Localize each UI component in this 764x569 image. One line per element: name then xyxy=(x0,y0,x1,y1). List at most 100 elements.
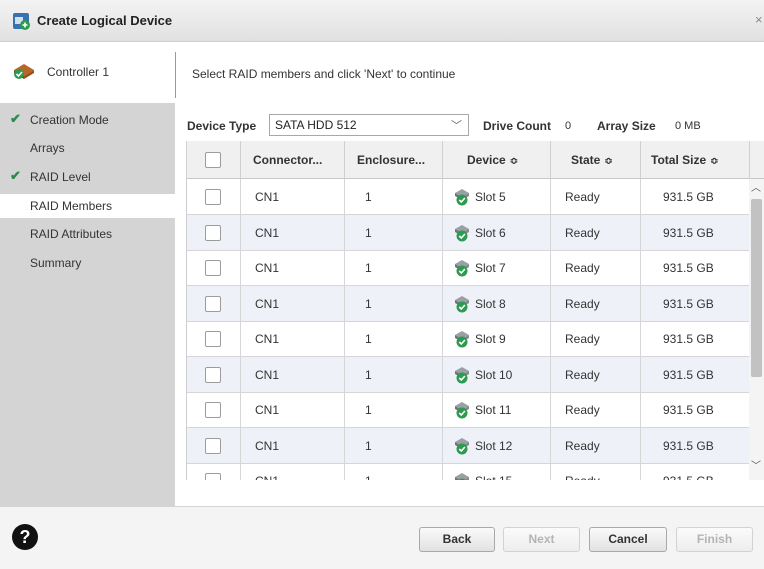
table-row[interactable]: CN1 1 Slot 15 Ready 931.5 GB xyxy=(187,463,750,480)
controller-header: Controller 1 xyxy=(0,42,175,103)
column-connector[interactable]: Connector... xyxy=(241,141,345,179)
cell-connector: CN1 xyxy=(241,356,345,393)
state-value: Ready xyxy=(565,403,600,417)
column-total-size[interactable]: Total Size ≎ xyxy=(641,141,750,179)
size-value: 931.5 GB xyxy=(663,403,714,417)
row-checkbox[interactable] xyxy=(205,189,221,205)
step-arrays[interactable]: Arrays xyxy=(0,136,175,160)
column-label: Device ≎ xyxy=(467,153,518,167)
drive-count-label: Drive Count xyxy=(483,119,552,133)
next-button[interactable]: Next xyxy=(503,527,580,552)
table-row[interactable]: CN1 1 Slot 5 Ready 931.5 GB xyxy=(187,179,750,215)
cell-state: Ready xyxy=(551,463,641,480)
column-state[interactable]: State ≎ xyxy=(551,141,641,179)
step-creation-mode[interactable]: ✔ Creation Mode xyxy=(0,108,175,132)
enclosure-value: 1 xyxy=(365,438,372,453)
select-all-checkbox[interactable] xyxy=(205,152,221,168)
drive-ready-icon xyxy=(455,331,469,348)
cell-state: Ready xyxy=(551,356,641,393)
scroll-up-icon[interactable]: ︿ xyxy=(751,179,761,194)
step-label: Arrays xyxy=(30,141,65,155)
drive-ready-icon xyxy=(455,473,469,480)
cell-connector: CN1 xyxy=(241,427,345,464)
cell-size: 931.5 GB xyxy=(641,285,750,322)
row-select-cell xyxy=(187,427,241,464)
help-icon[interactable]: ? xyxy=(12,524,38,550)
cell-device: Slot 5 xyxy=(443,179,551,215)
cell-state: Ready xyxy=(551,321,641,357)
scroll-thumb[interactable] xyxy=(751,199,762,377)
checkmark-icon: ✔ xyxy=(10,168,21,183)
row-checkbox[interactable] xyxy=(205,366,221,383)
row-checkbox[interactable] xyxy=(205,295,221,312)
cell-size: 931.5 GB xyxy=(641,427,750,464)
state-value: Ready xyxy=(565,367,600,382)
cell-state: Ready xyxy=(551,250,641,286)
drive-ready-icon xyxy=(455,402,469,419)
close-icon[interactable]: × xyxy=(755,12,763,27)
row-checkbox[interactable] xyxy=(205,473,221,480)
back-button[interactable]: Back xyxy=(419,527,495,552)
size-value: 931.5 GB xyxy=(663,296,714,311)
device-value: Slot 6 xyxy=(475,225,506,240)
step-raid-attributes[interactable]: RAID Attributes xyxy=(0,222,175,246)
cell-device: Slot 12 xyxy=(443,427,551,464)
size-value: 931.5 GB xyxy=(663,474,714,480)
table-row[interactable]: CN1 1 Slot 8 Ready 931.5 GB xyxy=(187,285,750,322)
table-row[interactable]: CN1 1 Slot 11 Ready 931.5 GB xyxy=(187,392,750,428)
drive-count-value: 0 xyxy=(565,120,572,132)
step-summary[interactable]: Summary xyxy=(0,251,175,275)
table-row[interactable]: CN1 1 Slot 6 Ready 931.5 GB xyxy=(187,214,750,251)
cell-size: 931.5 GB xyxy=(641,214,750,251)
state-value: Ready xyxy=(565,225,600,240)
column-label: Total Size ≎ xyxy=(651,153,719,167)
scroll-down-icon[interactable]: ﹀ xyxy=(751,457,761,472)
cell-connector: CN1 xyxy=(241,392,345,428)
raid-members-table: Connector... Enclosure... Device ≎ State ≎… xyxy=(186,141,764,480)
size-value: 931.5 GB xyxy=(663,367,714,382)
device-type-value: SATA HDD 512 xyxy=(275,118,357,132)
column-text: Device xyxy=(467,153,506,167)
device-type-select[interactable]: SATA HDD 512 ﹀ xyxy=(269,114,469,136)
cell-enclosure: 1 xyxy=(345,321,443,357)
drive-ready-icon xyxy=(455,437,469,454)
finish-button[interactable]: Finish xyxy=(676,527,753,552)
enclosure-value: 1 xyxy=(365,296,372,311)
sort-icon: ≎ xyxy=(710,156,719,167)
step-raid-members[interactable]: RAID Members xyxy=(0,194,175,218)
enclosure-value: 1 xyxy=(365,367,372,382)
size-value: 931.5 GB xyxy=(663,261,714,275)
table-row[interactable]: CN1 1 Slot 7 Ready 931.5 GB xyxy=(187,250,750,286)
cell-size: 931.5 GB xyxy=(641,392,750,428)
table-scrollbar[interactable]: ︿ ﹀ xyxy=(749,179,764,480)
enclosure-value: 1 xyxy=(365,332,372,346)
sort-icon: ≎ xyxy=(604,156,613,167)
row-select-cell xyxy=(187,463,241,480)
cell-size: 931.5 GB xyxy=(641,321,750,357)
device-value: Slot 8 xyxy=(475,296,506,311)
device-value: Slot 5 xyxy=(475,190,506,204)
step-raid-level[interactable]: ✔ RAID Level xyxy=(0,165,175,189)
row-select-cell xyxy=(187,179,241,215)
cell-enclosure: 1 xyxy=(345,214,443,251)
table-row[interactable]: CN1 1 Slot 12 Ready 931.5 GB xyxy=(187,427,750,464)
row-checkbox[interactable] xyxy=(205,331,221,347)
device-value: Slot 7 xyxy=(475,261,506,275)
table-row[interactable]: CN1 1 Slot 10 Ready 931.5 GB xyxy=(187,356,750,393)
cancel-button[interactable]: Cancel xyxy=(589,527,667,552)
state-value: Ready xyxy=(565,332,600,346)
row-checkbox[interactable] xyxy=(205,224,221,241)
array-size-value: 0 MB xyxy=(675,120,701,132)
column-enclosure[interactable]: Enclosure... xyxy=(345,141,443,179)
cell-connector: CN1 xyxy=(241,214,345,251)
enclosure-value: 1 xyxy=(365,261,372,275)
row-select-cell xyxy=(187,250,241,286)
row-checkbox[interactable] xyxy=(205,437,221,454)
connector-value: CN1 xyxy=(255,296,280,311)
row-checkbox[interactable] xyxy=(205,260,221,276)
checkmark-icon: ✔ xyxy=(10,111,21,126)
row-select-cell xyxy=(187,392,241,428)
table-row[interactable]: CN1 1 Slot 9 Ready 931.5 GB xyxy=(187,321,750,357)
column-device[interactable]: Device ≎ xyxy=(443,141,551,179)
row-checkbox[interactable] xyxy=(205,402,221,418)
